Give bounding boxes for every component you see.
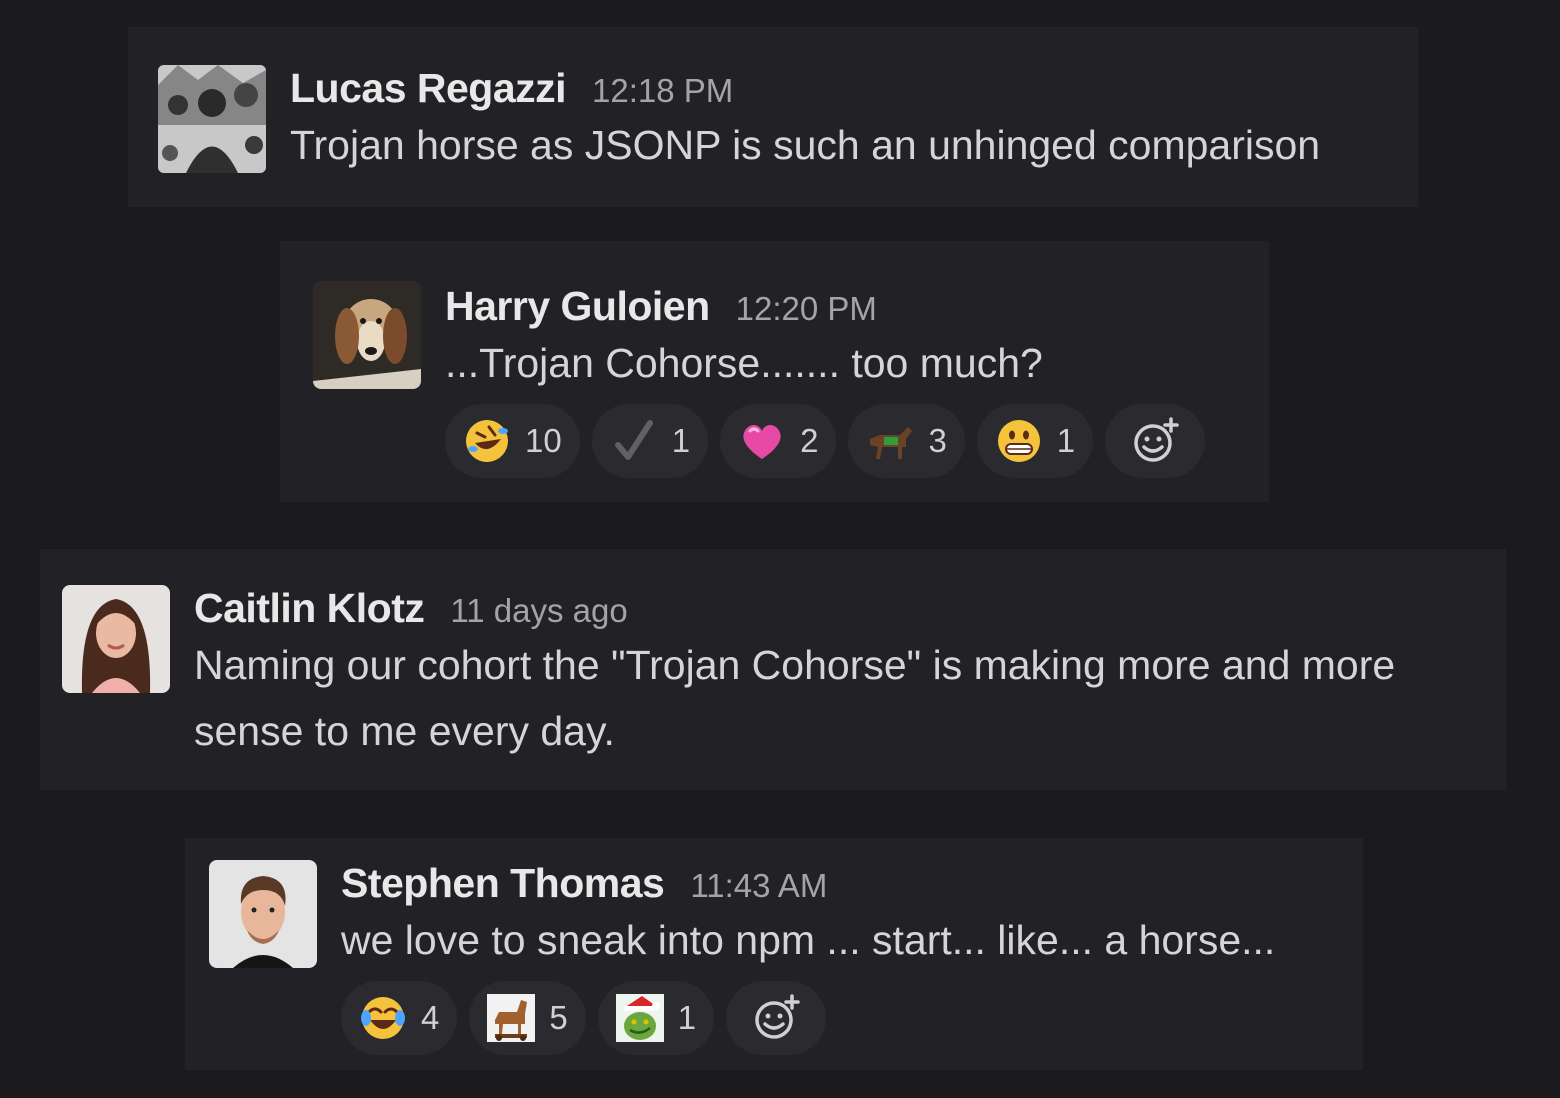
timestamp[interactable]: 11 days ago [450, 592, 627, 630]
reaction-grinch[interactable]: 1 [597, 981, 715, 1055]
reaction-joy[interactable]: 4 [341, 981, 458, 1055]
reaction-count: 1 [677, 999, 697, 1036]
checkmark-icon [610, 417, 658, 465]
reaction-checkmark[interactable]: 1 [591, 404, 709, 478]
horse-icon [866, 417, 914, 465]
reaction-count: 5 [549, 999, 568, 1036]
caitlin-avatar[interactable] [62, 585, 170, 693]
reactions-bar: 4 5 1 [341, 981, 1275, 1055]
reaction-count: 2 [800, 422, 819, 459]
message-text-line: sense to me every day. [194, 708, 615, 754]
author-name[interactable]: Harry Guloien [445, 283, 710, 330]
add-emoji-icon [1131, 417, 1179, 465]
timestamp[interactable]: 12:18 PM [592, 72, 733, 110]
message-stephen-thomas: Stephen Thomas 11:43 AM we love to sneak… [185, 838, 1363, 1070]
author-name[interactable]: Lucas Regazzi [290, 65, 567, 112]
timestamp[interactable]: 11:43 AM [690, 867, 827, 905]
add-emoji-icon [752, 994, 800, 1042]
harry-avatar[interactable] [313, 281, 421, 389]
reaction-grinning[interactable]: 1 [976, 404, 1094, 478]
add-reaction-button[interactable] [726, 981, 827, 1055]
message-harry-guloien: Harry Guloien 12:20 PM ...Trojan Cohorse… [280, 241, 1269, 502]
message-text-line: Naming our cohort the "Trojan Cohorse" i… [194, 642, 1396, 688]
message-caitlin-klotz: Caitlin Klotz 11 days ago Naming our coh… [40, 549, 1506, 790]
pink-heart-icon [738, 417, 786, 465]
stephen-avatar[interactable] [209, 860, 317, 968]
reaction-horse[interactable]: 3 [848, 404, 965, 478]
message-text: Naming our cohort the "Trojan Cohorse" i… [194, 632, 1395, 764]
timestamp[interactable]: 12:20 PM [736, 290, 877, 328]
trojan-horse-icon [487, 994, 536, 1042]
message-text: Trojan horse as JSONP is such an unhinge… [290, 122, 1321, 168]
author-name[interactable]: Caitlin Klotz [194, 585, 425, 632]
message-text: ...Trojan Cohorse....... too much? [445, 340, 1043, 386]
reaction-count: 3 [928, 422, 947, 459]
reactions-bar: 10 1 2 3 1 [445, 404, 1217, 478]
reaction-count: 4 [421, 999, 440, 1036]
message-lucas-regazzi: Lucas Regazzi 12:18 PM Trojan horse as J… [128, 27, 1418, 207]
rofl-icon [463, 417, 511, 465]
grinning-face-icon [995, 417, 1043, 465]
grinch-icon [615, 994, 664, 1042]
joy-icon [359, 994, 407, 1042]
reaction-trojan-horse[interactable]: 5 [469, 981, 586, 1055]
author-name[interactable]: Stephen Thomas [341, 860, 665, 907]
reaction-count: 1 [1056, 422, 1076, 459]
lucas-avatar[interactable] [158, 65, 266, 173]
reaction-count: 1 [671, 422, 691, 459]
add-reaction-button[interactable] [1105, 404, 1206, 478]
reaction-rofl[interactable]: 10 [445, 404, 580, 478]
reaction-count: 10 [525, 422, 562, 459]
message-text: we love to sneak into npm ... start... l… [341, 917, 1276, 963]
reaction-pink-heart[interactable]: 2 [720, 404, 837, 478]
